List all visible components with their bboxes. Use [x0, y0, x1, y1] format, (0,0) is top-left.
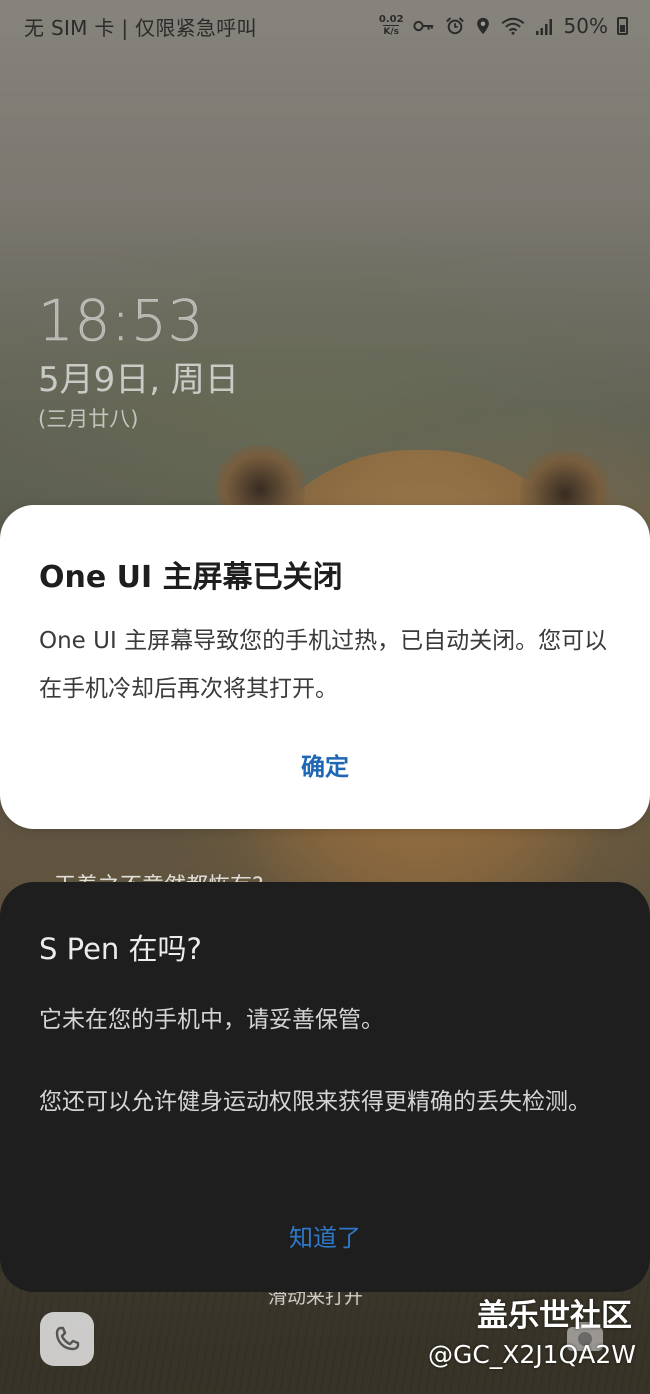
key-icon [412, 20, 433, 32]
alarm-icon [445, 17, 464, 35]
spen-missing-dialog: S Pen 在吗? 它未在您的手机中，请妥善保管。 您还可以允许健身运动权限来获… [0, 882, 650, 1292]
dialog-message: 它未在您的手机中，请妥善保管。 [39, 1007, 384, 1033]
network-speed-unit: K/s [383, 25, 400, 37]
watermark-brand: 盖乐世社区 [477, 1298, 632, 1334]
dialog-message: One UI 主屏幕导致您的手机过热，已自动关闭。您可以在手机冷却后再次将其打开… [39, 628, 608, 702]
location-icon [476, 17, 489, 35]
wifi-icon [501, 17, 524, 35]
dialog-title: S Pen 在吗? [39, 932, 202, 966]
watermark-user: @GC_X2J1QA2W [427, 1340, 636, 1369]
status-icons: 0.02 K/s 50% [379, 14, 628, 38]
clock-lunar-date: (三月廿八) [38, 407, 139, 431]
status-bar: 无 SIM 卡 | 仅限紧急呼叫 0.02 K/s 50% [0, 0, 650, 52]
battery-icon [617, 17, 628, 35]
carrier-status: 无 SIM 卡 | 仅限紧急呼叫 [24, 15, 257, 40]
phone-shortcut[interactable] [40, 1312, 94, 1366]
confirm-button[interactable]: 确定 [0, 747, 650, 782]
network-speed-value: 0.02 [378, 14, 404, 25]
clock-date: 5月9日, 周日 [38, 360, 239, 400]
got-it-button[interactable]: 知道了 [0, 1218, 650, 1253]
network-speed: 0.02 K/s [379, 14, 404, 38]
dialog-title: One UI 主屏幕已关闭 [39, 560, 343, 595]
signal-icon [535, 19, 552, 35]
phone-icon [55, 1326, 80, 1351]
dialog-message-detail: 您还可以允许健身运动权限来获得更精确的丢失检测。 [39, 1089, 591, 1115]
battery-percent: 50% [563, 14, 608, 38]
clock-time: 18:53 [38, 289, 205, 354]
home-disabled-dialog: One UI 主屏幕已关闭 One UI 主屏幕导致您的手机过热，已自动关闭。您… [0, 505, 650, 829]
lockscreen-clock: 18:53 5月9日, 周日 (三月廿八) [38, 289, 239, 434]
